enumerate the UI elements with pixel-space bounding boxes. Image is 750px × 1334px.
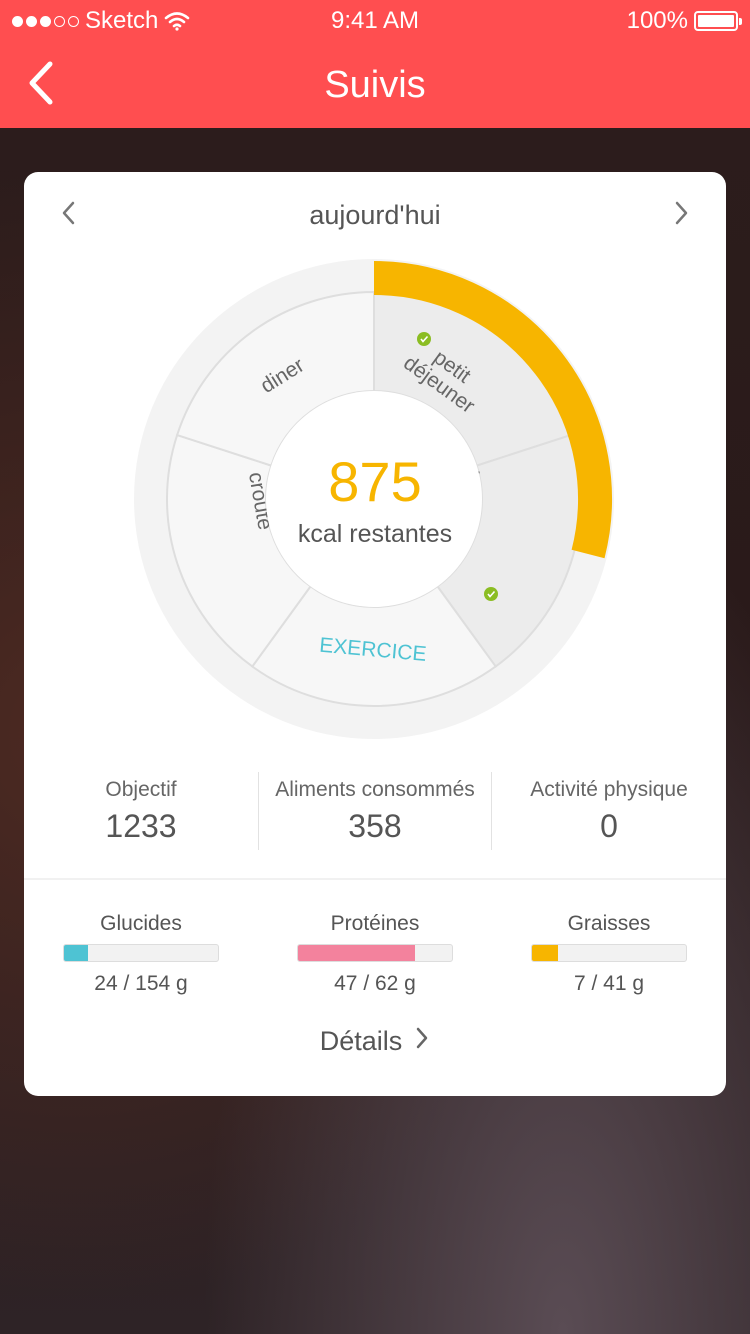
macro-carbs: Glucides 24 / 154 g [24,912,258,1002]
macro-protein-fill [298,945,415,961]
stat-activity: Activité physique 0 [492,772,726,852]
battery-status: 100% [626,7,742,35]
stat-food-label: Aliments consommés [275,778,475,801]
battery-icon [694,11,742,31]
tracking-card: aujourd'hui petitdéjeunerdéjeunerEXERCIC… [24,172,726,1096]
macro-fat: Graisses 7 / 41 g [492,912,726,1002]
macro-carbs-amount: 24 / 154 g [94,972,188,995]
stat-food: Aliments consommés 358 [258,772,492,852]
stat-activity-value: 0 [600,808,618,844]
macro-fat-bar [531,944,687,962]
divider [258,772,259,850]
check-icon [484,587,498,601]
stat-activity-label: Activité physique [530,778,688,801]
battery-percent: 100% [626,7,688,34]
page-title: Suivis [324,64,426,106]
chevron-right-icon [414,1026,430,1057]
nav-bar: Suivis [0,40,750,128]
details-link[interactable]: Détails [24,1026,726,1057]
macro-fat-fill [532,945,559,961]
calorie-stats: Objectif 1233 Aliments consommés 358 Act… [24,772,726,852]
stat-food-value: 358 [348,808,402,844]
stat-goal-value: 1233 [105,808,177,844]
stat-goal: Objectif 1233 [24,772,258,852]
macro-protein: Protéines 47 / 62 g [258,912,492,1002]
macro-carbs-label: Glucides [100,912,182,935]
macro-fat-amount: 7 / 41 g [573,972,645,995]
macro-protein-label: Protéines [330,912,420,935]
details-label: Détails [319,1026,403,1056]
macro-nutrients: Glucides 24 / 154 g Protéines 47 / 62 g … [24,912,726,1002]
remaining-label: kcal restantes [297,520,453,548]
date-label: aujourd'hui [309,200,441,230]
macro-fat-label: Graisses [567,912,651,935]
macro-protein-bar [297,944,453,962]
macro-protein-amount: 47 / 62 g [334,972,416,995]
macro-carbs-fill [64,945,89,961]
remaining-calories: 875 [328,450,422,513]
section-divider [24,878,726,880]
next-day-button[interactable] [666,198,696,228]
stat-goal-label: Objectif [105,778,177,801]
macro-carbs-bar [63,944,219,962]
status-bar: Sketch 9:41 AM 100% [0,0,750,40]
date-selector: aujourd'hui [24,172,726,256]
check-icon [417,332,431,346]
